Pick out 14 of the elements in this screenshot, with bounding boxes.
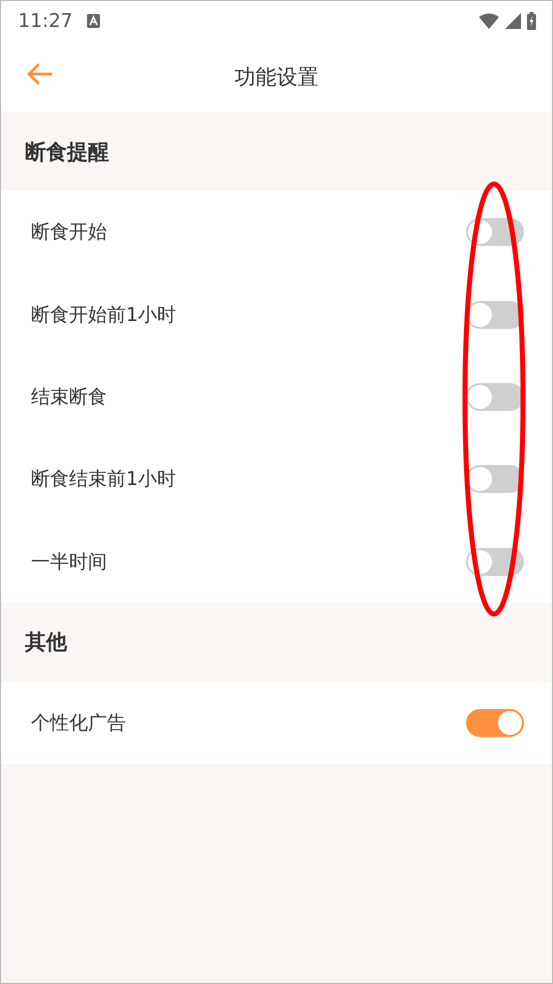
status-time: 11:27 — [18, 10, 73, 32]
setting-label: 结束断食 — [31, 384, 107, 410]
keyboard-icon — [86, 14, 100, 28]
setting-label: 断食开始 — [31, 220, 107, 246]
toggle-switch[interactable] — [466, 709, 524, 738]
battery-icon — [527, 12, 536, 30]
setting-label: 断食开始前1小时 — [31, 302, 176, 328]
back-arrow-icon — [27, 63, 53, 85]
wifi-icon — [479, 13, 499, 29]
setting-label: 一半时间 — [31, 550, 107, 575]
signal-icon — [505, 13, 521, 29]
setting-label: 断食结束前1小时 — [31, 467, 176, 492]
setting-label: 个性化广告 — [31, 711, 126, 736]
page-title: 功能设置 — [234, 64, 318, 90]
